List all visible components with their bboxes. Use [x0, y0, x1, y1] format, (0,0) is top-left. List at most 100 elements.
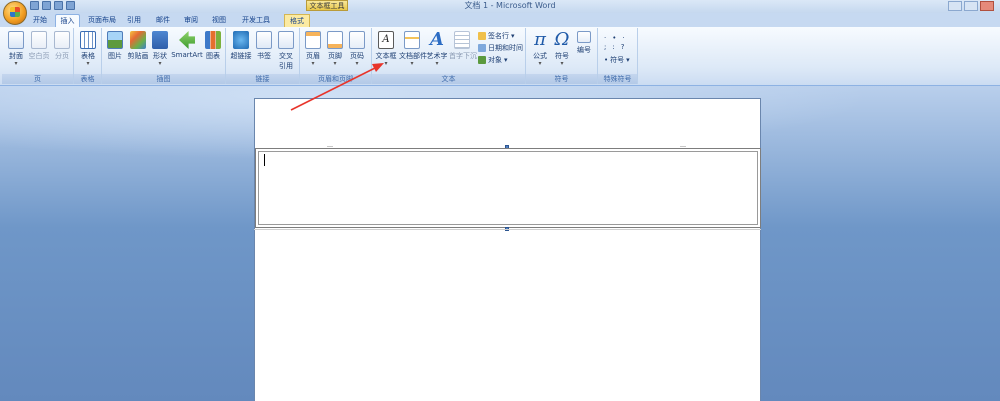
group-tables: 表格 ▾ 表格: [74, 28, 102, 84]
tab-mailings[interactable]: 邮件: [151, 14, 175, 27]
page-number-button[interactable]: 页码 ▾: [347, 31, 367, 67]
omega-symbol-icon: Ω: [554, 29, 570, 50]
chevron-down-icon: ▾: [538, 60, 542, 67]
maximize-icon[interactable]: [964, 1, 978, 11]
wordart-button[interactable]: A 艺术字 ▾: [426, 31, 448, 67]
chevron-down-icon: ▾: [158, 60, 162, 67]
group-label-pages: 页: [2, 74, 73, 84]
table-button[interactable]: 表格 ▾: [77, 31, 99, 67]
group-illustrations: 图片 剪贴画 形状 ▾ SmartArt 图表 插图: [102, 28, 226, 84]
clipart-icon: [130, 31, 146, 49]
picture-icon: [107, 31, 123, 49]
textbox-button[interactable]: A 文本框 ▾: [375, 31, 397, 67]
picture-button[interactable]: 图片: [105, 31, 125, 61]
tab-format[interactable]: 格式: [284, 14, 310, 27]
divider: [254, 229, 761, 230]
tab-references[interactable]: 引用: [122, 14, 146, 27]
chevron-down-icon: ▾: [311, 60, 315, 67]
text-box[interactable]: [255, 148, 761, 228]
dropcap-button[interactable]: 首字下沉: [449, 31, 477, 61]
cross-reference-button[interactable]: 交叉 引用: [275, 31, 297, 71]
tab-insert[interactable]: 插入: [55, 14, 80, 27]
group-symbols: π 公式 ▾ Ω 符号 ▾ 编号 符号: [526, 28, 598, 84]
page-number-icon: [349, 31, 365, 49]
hyperlink-button[interactable]: 超链接: [229, 31, 253, 61]
tab-view[interactable]: 视图: [207, 14, 231, 27]
numbering-icon: [577, 31, 591, 43]
signature-icon: [478, 32, 486, 40]
signature-line-button[interactable]: 签名行 ▾: [478, 31, 515, 41]
quick-parts-icon: [404, 31, 420, 49]
tab-review[interactable]: 审阅: [179, 14, 203, 27]
redo-icon[interactable]: [54, 1, 63, 10]
chevron-down-icon: ▾: [333, 60, 337, 67]
tab-home[interactable]: 开始: [28, 14, 52, 27]
chevron-down-icon: ▾: [86, 60, 90, 67]
minimize-icon[interactable]: [948, 1, 962, 11]
tab-page-layout[interactable]: 页面布局: [84, 14, 120, 27]
title-bar: 文本框工具 文档 1 - Microsoft Word: [0, 0, 1000, 25]
special-symbol-grid-row-1[interactable]: ·•·: [604, 34, 631, 42]
quick-access-toolbar: [30, 1, 75, 10]
blank-page-button[interactable]: 空白页: [27, 31, 51, 61]
bookmark-icon: [256, 31, 272, 49]
pi-equation-icon: π: [534, 29, 546, 50]
group-label-header-footer: 页眉和页脚: [300, 74, 371, 84]
clipart-button[interactable]: 剪贴画: [126, 31, 150, 61]
chevron-down-icon: ▾: [384, 60, 388, 67]
margin-mark: [680, 146, 686, 147]
chart-icon: [205, 31, 221, 49]
office-button[interactable]: [3, 1, 27, 25]
footer-button[interactable]: 页脚 ▾: [325, 31, 345, 67]
ribbon-tabs: 开始 插入 页面布局 引用 邮件 审阅 视图 开发工具 格式: [0, 13, 1000, 27]
document-page[interactable]: [254, 98, 761, 401]
special-symbol-button[interactable]: • 符号 ▾: [604, 55, 630, 65]
shapes-icon: [152, 31, 168, 49]
office-logo-icon: [10, 7, 20, 17]
chevron-down-icon: ▾: [410, 60, 414, 67]
chevron-down-icon: ▾: [435, 60, 439, 67]
page-break-icon: [54, 31, 70, 49]
group-label-special-symbols: 特殊符号: [598, 74, 637, 84]
save-icon[interactable]: [30, 1, 39, 10]
bookmark-button[interactable]: 书签: [254, 31, 274, 61]
undo-icon[interactable]: [42, 1, 51, 10]
calendar-icon: [478, 44, 486, 52]
window-title: 文档 1 - Microsoft Word: [464, 1, 556, 10]
object-button[interactable]: 对象 ▾: [478, 55, 508, 65]
group-label-illustrations: 插图: [102, 74, 225, 84]
date-time-button[interactable]: 日期和时间: [478, 43, 523, 53]
context-tool-title: 文本框工具: [306, 0, 348, 11]
globe-link-icon: [233, 31, 249, 49]
dropcap-icon: [454, 31, 470, 49]
shapes-button[interactable]: 形状 ▾: [150, 31, 170, 67]
chevron-down-icon: ▾: [560, 60, 564, 67]
group-header-footer: 页眉 ▾ 页脚 ▾ 页码 ▾ 页眉和页脚: [300, 28, 372, 84]
cover-button[interactable]: 封面 ▾: [5, 31, 27, 67]
text-box-frame: [258, 151, 758, 225]
group-special-symbols: ·•· ;:? • 符号 ▾ 特殊符号: [598, 28, 638, 84]
margin-mark: [327, 146, 333, 147]
header-button[interactable]: 页眉 ▾: [303, 31, 323, 67]
symbol-button[interactable]: Ω 符号 ▾: [551, 31, 573, 67]
window-controls: [948, 1, 994, 11]
group-label-text: 文本: [372, 74, 525, 84]
chart-button[interactable]: 图表: [203, 31, 223, 61]
equation-button[interactable]: π 公式 ▾: [529, 31, 551, 67]
tab-developer[interactable]: 开发工具: [236, 14, 276, 27]
numbering-button[interactable]: 编号: [573, 31, 595, 55]
blank-page-icon: [31, 31, 47, 49]
close-icon[interactable]: [980, 1, 994, 11]
footer-icon: [327, 31, 343, 49]
group-text: A 文本框 ▾ 文档部件 ▾ A 艺术字 ▾ 首字下沉 签名行 ▾ 日期和时间: [372, 28, 526, 84]
page-break-button[interactable]: 分页: [51, 31, 73, 61]
object-icon: [478, 56, 486, 64]
quick-parts-button[interactable]: 文档部件 ▾: [399, 31, 427, 67]
group-links: 超链接 书签 交叉 引用 链接: [226, 28, 300, 84]
customize-qat-icon[interactable]: [66, 1, 75, 10]
group-label-links: 链接: [226, 74, 299, 84]
cross-reference-icon: [278, 31, 294, 49]
smartart-button[interactable]: SmartArt: [171, 31, 203, 59]
special-symbol-grid-row-2[interactable]: ;:?: [604, 43, 630, 51]
dot-icon: •: [604, 56, 609, 64]
